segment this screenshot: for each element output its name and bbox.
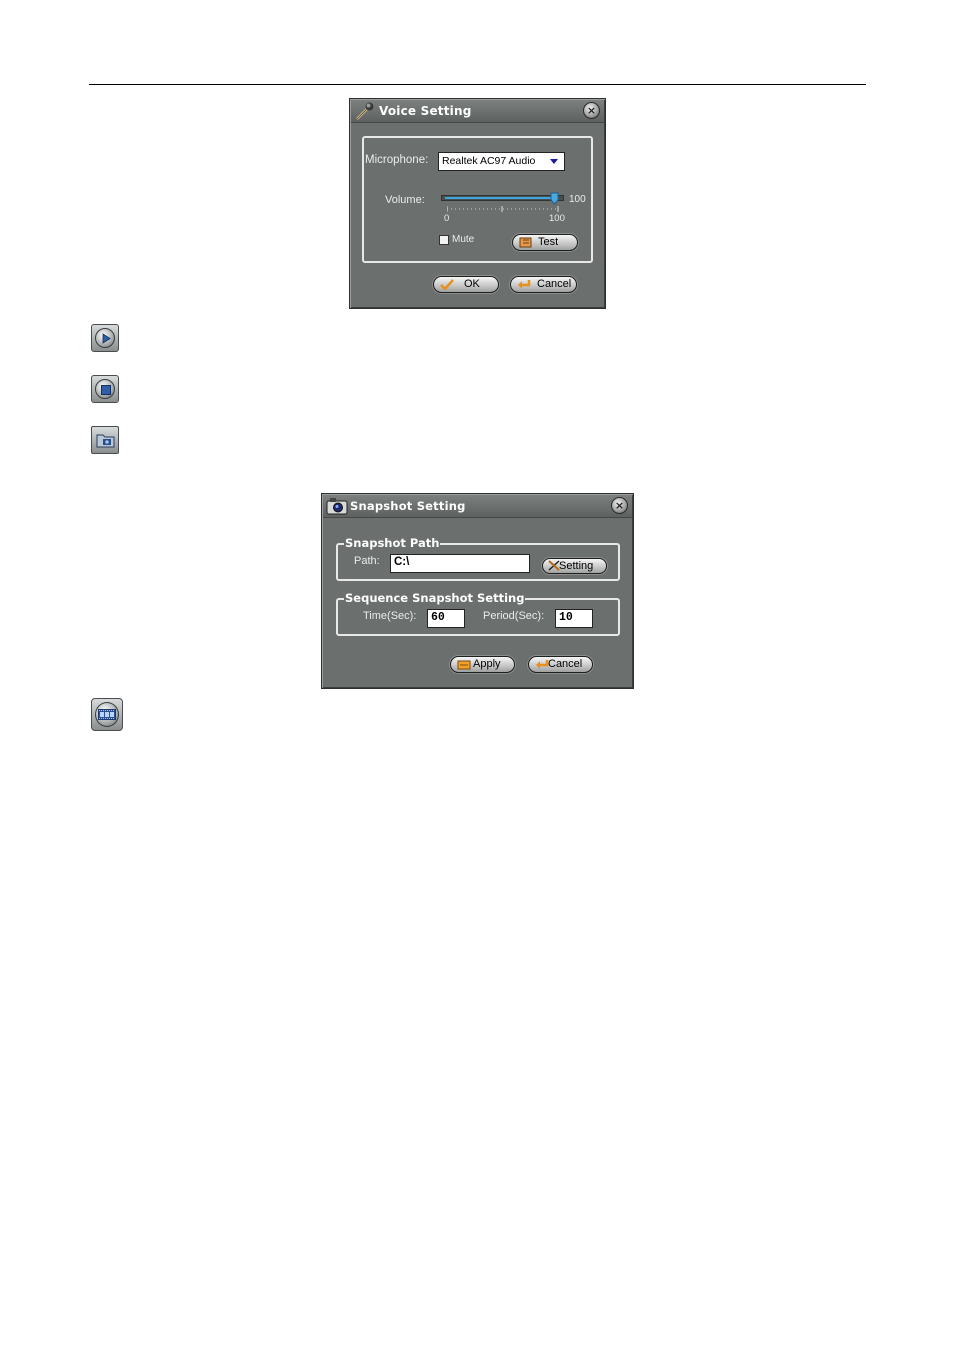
- film-strip-icon[interactable]: [91, 698, 123, 731]
- time-sec-value: 60: [431, 611, 445, 624]
- stop-icon-ring: [95, 379, 115, 399]
- ok-button-label: OK: [464, 278, 480, 290]
- sequence-snapshot-group: Sequence Snapshot Setting Time(Sec): 60 …: [336, 591, 620, 636]
- time-sec-label: Time(Sec):: [363, 610, 417, 622]
- volume-scale-ticks: [447, 206, 559, 212]
- test-book-icon: [519, 237, 532, 248]
- close-button[interactable]: ×: [583, 102, 600, 119]
- snapshot-cancel-button-label: Cancel: [548, 658, 583, 670]
- cancel-button-label: Cancel: [537, 278, 572, 290]
- volume-slider[interactable]: [441, 192, 564, 205]
- play-icon-ring: [95, 328, 115, 348]
- path-input[interactable]: C:\: [390, 554, 530, 573]
- mute-checkbox[interactable]: [439, 235, 449, 245]
- voice-setting-titlebar[interactable]: Voice Setting ×: [351, 100, 604, 123]
- snapshot-folder-icon[interactable]: [91, 426, 119, 454]
- return-arrow-icon: [536, 660, 549, 669]
- dialog-title: Voice Setting: [379, 104, 472, 118]
- dropdown-arrow-icon: [550, 159, 558, 164]
- volume-scale-min: 0: [444, 213, 450, 224]
- snapshot-path-legend: Snapshot Path: [344, 536, 441, 550]
- volume-slider-thumb[interactable]: [550, 192, 559, 205]
- apply-icon: [457, 660, 471, 670]
- close-icon: ×: [586, 104, 597, 117]
- camera-icon: [326, 498, 348, 515]
- volume-label: Volume:: [385, 194, 425, 206]
- snapshot-cancel-button[interactable]: Cancel: [528, 656, 593, 673]
- test-button-label: Test: [538, 236, 559, 248]
- apply-button-label: Apply: [473, 658, 501, 670]
- cancel-button[interactable]: Cancel: [510, 276, 577, 293]
- time-sec-input[interactable]: 60: [427, 609, 465, 628]
- path-label: Path:: [354, 555, 380, 567]
- return-arrow-icon: [518, 280, 531, 289]
- volume-scale-max: 100: [549, 213, 565, 224]
- microphone-icon: [356, 102, 374, 120]
- period-sec-input[interactable]: 10: [555, 609, 593, 628]
- play-glyph-icon: [102, 333, 111, 344]
- apply-button[interactable]: Apply: [450, 656, 515, 673]
- volume-value: 100: [569, 194, 586, 205]
- film-strip-ring: [95, 702, 119, 727]
- play-icon[interactable]: [91, 324, 119, 352]
- snapshot-setting-dialog: Snapshot Setting × Snapshot Path Path: C…: [321, 493, 634, 689]
- close-icon: ×: [614, 499, 625, 512]
- microphone-label: Microphone:: [365, 154, 429, 166]
- sequence-snapshot-legend: Sequence Snapshot Setting: [344, 591, 526, 605]
- ok-button[interactable]: OK: [433, 276, 499, 293]
- stop-icon[interactable]: [91, 375, 119, 403]
- page-header-rule: [89, 84, 866, 85]
- microphone-select[interactable]: Realtek AC97 Audio: [438, 152, 565, 171]
- voice-settings-panel: Microphone: Realtek AC97 Audio Volume: 1…: [362, 136, 593, 263]
- path-input-value: C:\: [394, 556, 410, 568]
- stop-glyph-icon: [101, 385, 111, 395]
- voice-setting-dialog: Voice Setting × Microphone: Realtek AC97…: [349, 98, 606, 309]
- snapshot-setting-titlebar[interactable]: Snapshot Setting ×: [323, 495, 632, 518]
- period-sec-label: Period(Sec):: [483, 610, 545, 622]
- path-setting-button-label: Setting: [559, 560, 594, 572]
- snapshot-path-group: Snapshot Path Path: C:\ Setting: [336, 536, 620, 581]
- path-setting-button[interactable]: Setting: [542, 558, 607, 574]
- period-sec-value: 10: [559, 611, 573, 624]
- checkmark-icon: [440, 279, 454, 290]
- film-frames-icon: [98, 709, 116, 720]
- volume-slider-fill: [445, 197, 555, 199]
- close-button[interactable]: ×: [611, 497, 628, 514]
- microphone-select-value: Realtek AC97 Audio: [442, 155, 536, 167]
- test-button[interactable]: Test: [512, 234, 578, 251]
- dialog-title: Snapshot Setting: [350, 499, 466, 513]
- folder-camera-icon: [96, 434, 115, 448]
- mute-label: Mute: [452, 234, 475, 245]
